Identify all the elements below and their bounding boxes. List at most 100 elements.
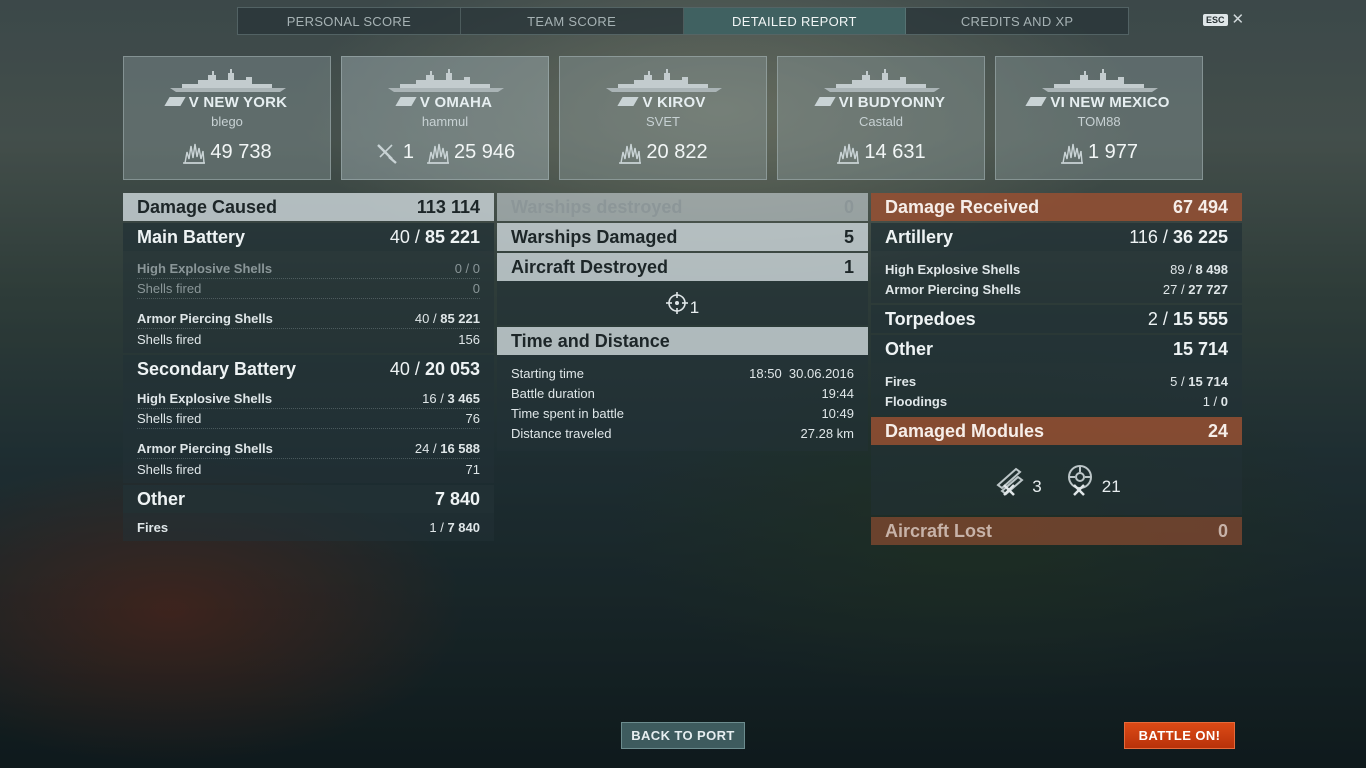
- damage-stat: 14 631: [836, 141, 926, 164]
- secondary-battery-header: Secondary Battery 40 / 20 053: [123, 355, 494, 383]
- warship-silhouette-icon: [824, 69, 940, 92]
- ship-stats: 1 977: [996, 141, 1202, 164]
- ship-stats: 1 25 946: [342, 141, 548, 164]
- main-ap-fired-row: Shells fired 156: [137, 331, 480, 347]
- damage-value: 1 977: [1087, 141, 1139, 163]
- secondary-battery-details: High Explosive Shells 16 / 3 465 Shells …: [123, 383, 494, 483]
- spotting-row: 1: [497, 281, 868, 325]
- esc-key-label: ESC: [1203, 13, 1228, 26]
- back-to-port-button[interactable]: BACK TO PORT: [621, 722, 745, 749]
- tab-personal-score[interactable]: PERSONAL SCORE: [238, 8, 461, 34]
- ship-stats: 49 738: [124, 141, 330, 164]
- other-received-header: Other 15 714: [871, 335, 1242, 363]
- ship-card-0[interactable]: V NEW YORK blego 49 738: [123, 56, 331, 180]
- player-name: hammul: [421, 114, 469, 129]
- warship-silhouette-icon: [388, 69, 504, 92]
- ship-name: VI BUDYONNY: [778, 94, 984, 111]
- warships-destroyed-row: Warships destroyed 0: [497, 193, 868, 221]
- other-caused-header: Other 7 840: [123, 485, 494, 513]
- damage-splash-icon: [619, 143, 642, 164]
- recv-floodings-row: Floodings 1 / 0: [885, 393, 1228, 409]
- main-he-row: High Explosive Shells 0 / 0: [137, 259, 480, 279]
- warship-silhouette-icon: [170, 69, 286, 92]
- sec-he-fired-row: Shells fired 76: [137, 409, 480, 429]
- sec-ap-row: Armor Piercing Shells 24 / 16 588: [137, 439, 480, 459]
- ship-name: V KIROV: [560, 94, 766, 111]
- spotted-count: 1: [689, 298, 700, 317]
- damage-stat: 20 822: [618, 141, 708, 164]
- main-battery-details: High Explosive Shells 0 / 0 Shells fired…: [123, 251, 494, 353]
- damage-value: 14 631: [864, 141, 926, 163]
- damage-stat: 25 946: [426, 141, 515, 164]
- tab-detailed-report[interactable]: DETAILED REPORT: [683, 8, 907, 34]
- damage-received-panel: Damage Received 67 494 Artillery 116 / 3…: [871, 193, 1242, 545]
- recv-ap-row: Armor Piercing Shells 27 / 27 727: [885, 281, 1228, 297]
- ship-cards: V NEW YORK blego 49 738 V OMAHA hammul 1…: [123, 56, 1203, 180]
- ship-name: VI NEW MEXICO: [996, 94, 1202, 111]
- warship-silhouette-icon: [606, 69, 722, 92]
- ship-stats: 20 822: [560, 141, 766, 164]
- recv-fires-row: Fires 5 / 15 714: [885, 373, 1228, 389]
- artillery-details: High Explosive Shells 89 / 8 498 Armor P…: [871, 251, 1242, 303]
- player-name: Castald: [858, 114, 904, 129]
- distance-row: Distance traveled 27.28 km: [511, 425, 854, 441]
- damage-received-header: Damage Received 67 494: [871, 193, 1242, 221]
- player-name: TOM88: [1077, 114, 1121, 129]
- warship-silhouette-icon: [1042, 69, 1158, 92]
- secondary-module-icon: [1067, 465, 1092, 496]
- other-caused-details: Fires 1 / 7 840: [123, 513, 494, 541]
- main-battery-header: Main Battery 40 / 85 221: [123, 223, 494, 251]
- damage-caused-panel: Damage Caused 113 114 Main Battery 40 / …: [123, 193, 494, 541]
- ship-stats: 14 631: [778, 141, 984, 164]
- ship-class-icon: [395, 97, 417, 106]
- damage-stat: 1 977: [1060, 141, 1138, 164]
- ship-card-2[interactable]: V KIROV SVET 20 822: [559, 56, 767, 180]
- ship-card-4[interactable]: VI NEW MEXICO TOM88 1 977: [995, 56, 1203, 180]
- kills-stat: 1: [375, 141, 414, 164]
- crosshair-icon: [665, 292, 688, 314]
- module-secondaries-count: 21: [1101, 477, 1121, 496]
- center-panel: Warships destroyed 0 Warships Damaged 5 …: [497, 193, 868, 451]
- damage-splash-icon: [426, 143, 449, 164]
- ship-card-1[interactable]: V OMAHA hammul 1 25 946: [341, 56, 549, 180]
- damage-value: 20 822: [646, 141, 708, 163]
- torpedoes-header: Torpedoes 2 / 15 555: [871, 305, 1242, 333]
- tab-credits-xp[interactable]: CREDITS AND XP: [906, 8, 1128, 34]
- damage-value: 49 738: [210, 141, 272, 163]
- player-name: blego: [211, 114, 243, 129]
- warship-kill-icon: [376, 143, 397, 164]
- other-received-details: Fires 5 / 15 714 Floodings 1 / 0: [871, 363, 1242, 415]
- sec-ap-fired-row: Shells fired 71: [137, 461, 480, 477]
- battle-on-button[interactable]: BATTLE ON!: [1124, 722, 1235, 749]
- kills-count: 1: [402, 141, 414, 163]
- time-distance-header: Time and Distance: [497, 327, 868, 355]
- ship-name: V NEW YORK: [124, 94, 330, 111]
- ship-class-icon: [1025, 97, 1047, 106]
- damage-stat: 49 738: [182, 141, 272, 164]
- ship-class-icon: [164, 97, 186, 106]
- report-tabs: PERSONAL SCORE TEAM SCORE DETAILED REPOR…: [237, 7, 1129, 35]
- close-button[interactable]: ESC ✕: [1203, 12, 1244, 27]
- damage-splash-icon: [837, 143, 860, 164]
- warships-damaged-row: Warships Damaged 5: [497, 223, 868, 251]
- artillery-header: Artillery 116 / 36 225: [871, 223, 1242, 251]
- damaged-modules-header: Damaged Modules 24: [871, 417, 1242, 445]
- module-guns-count: 3: [1032, 477, 1042, 496]
- module-guns: 3: [992, 463, 1042, 497]
- tab-team-score[interactable]: TEAM SCORE: [461, 8, 684, 34]
- damage-value: 25 946: [453, 141, 516, 163]
- starting-time-row: Starting time 18:50 30.06.2016: [511, 365, 854, 381]
- gun-module-icon: [996, 467, 1024, 496]
- damaged-modules-icons: 3 21: [871, 445, 1242, 515]
- damage-splash-icon: [183, 143, 206, 164]
- main-he-fired-row: Shells fired 0: [137, 279, 480, 299]
- ship-card-3[interactable]: VI BUDYONNY Castald 14 631: [777, 56, 985, 180]
- recv-he-row: High Explosive Shells 89 / 8 498: [885, 261, 1228, 277]
- fires-caused-row: Fires 1 / 7 840: [137, 519, 480, 535]
- ship-name: V OMAHA: [342, 94, 548, 111]
- ship-class-icon: [617, 97, 640, 106]
- player-name: SVET: [646, 114, 680, 129]
- time-distance-details: Starting time 18:50 30.06.2016 Battle dur…: [497, 355, 868, 451]
- main-ap-row: Armor Piercing Shells 40 / 85 221: [137, 309, 480, 329]
- damage-caused-header: Damage Caused 113 114: [123, 193, 494, 221]
